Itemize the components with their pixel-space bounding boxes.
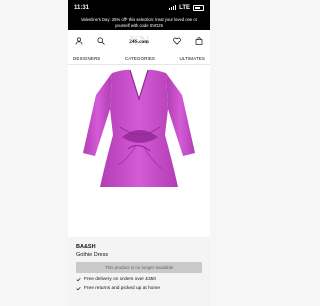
- network-label: LTE: [179, 4, 190, 11]
- product-details: BA&SH Gothie Dress This product is no lo…: [68, 237, 210, 306]
- feature-free-returns: Free returns and picked up at home: [76, 286, 202, 291]
- check-icon: [76, 277, 81, 282]
- product-brand[interactable]: BA&SH: [76, 244, 202, 250]
- bag-icon[interactable]: [195, 37, 203, 45]
- feature-label: Free returns and picked up at home: [84, 286, 160, 291]
- phone-screen: 11:31 LTE Valentine's Day: 25% off* this…: [68, 0, 210, 306]
- main-nav: DESIGNERS CATEGORIES ULTIMATES: [68, 52, 210, 64]
- unavailable-notice: This product is no longer available: [76, 262, 202, 273]
- feature-free-delivery: Free delivery on orders over £350: [76, 277, 202, 282]
- product-name: Gothie Dress: [76, 252, 109, 258]
- heart-icon[interactable]: [173, 37, 181, 45]
- logo-text: 24S.com: [129, 39, 149, 45]
- site-logo[interactable]: XN 24S.com: [126, 34, 152, 49]
- battery-icon: [193, 4, 204, 11]
- site-header: XN 24S.com: [68, 30, 210, 52]
- nav-item-designers[interactable]: DESIGNERS: [73, 56, 100, 61]
- status-bar: 11:31 LTE: [68, 0, 210, 15]
- promo-banner[interactable]: Valentine's Day: 25% off* this selection…: [68, 15, 210, 30]
- promo-line-2: yourself with code SVD25: [115, 22, 163, 28]
- account-icon[interactable]: [75, 37, 83, 45]
- search-icon[interactable]: [97, 37, 105, 45]
- status-time: 11:31: [74, 4, 90, 11]
- promo-line-1: Valentine's Day: 25% off* this selection…: [80, 17, 198, 22]
- nav-item-ultimates[interactable]: ULTIMATES: [179, 56, 205, 61]
- check-icon: [76, 286, 81, 291]
- nav-item-categories[interactable]: CATEGORIES: [125, 56, 155, 61]
- signal-icon: [169, 5, 177, 10]
- product-image[interactable]: [68, 65, 210, 225]
- feature-label: Free delivery on orders over £350: [84, 277, 156, 282]
- screenshot-frame: 11:31 LTE Valentine's Day: 25% off* this…: [0, 0, 278, 306]
- status-indicators: LTE: [169, 4, 204, 11]
- dress-illustration: [83, 69, 195, 187]
